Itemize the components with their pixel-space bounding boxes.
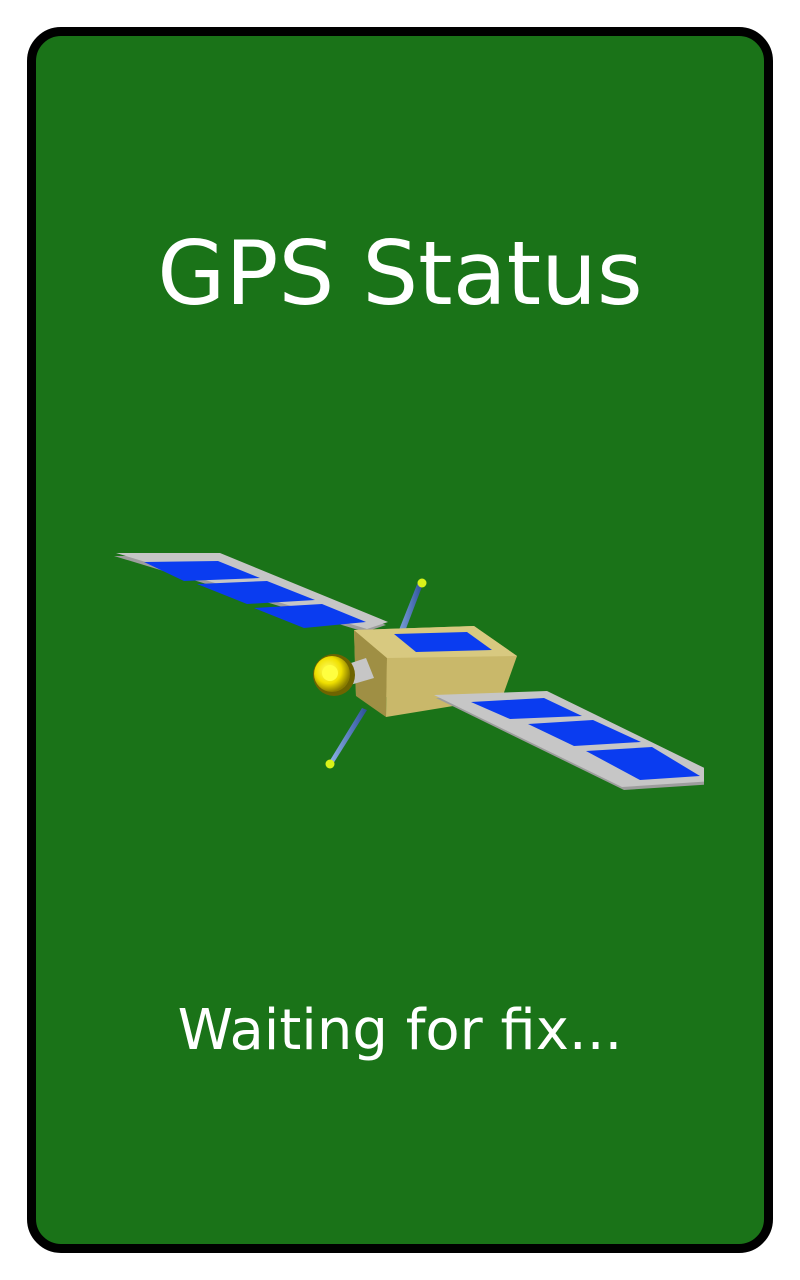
satellite-icon (114, 553, 704, 790)
left-solar-panel (114, 553, 388, 632)
right-solar-panel (434, 691, 704, 790)
status-text: Waiting for fix... (177, 998, 623, 1063)
page-title: GPS Status (157, 222, 643, 325)
gps-status-card: GPS Status Waiting for fix... (27, 27, 773, 1253)
